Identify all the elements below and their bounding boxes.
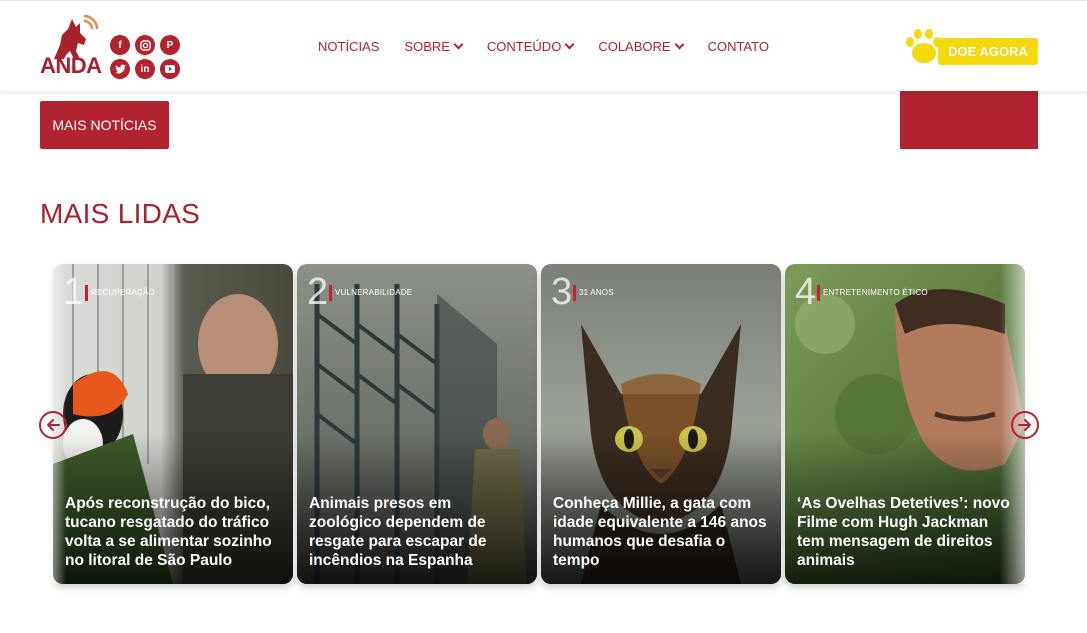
pinterest-icon[interactable]: P [160,35,180,55]
nav-label: CONTEÚDO [486,39,562,54]
card-tag: RECUPERAÇÃO [91,288,155,297]
nav-label: COLABORE [598,39,671,54]
red-banner-block [900,91,1038,149]
anda-logo[interactable]: ANDA [40,15,106,79]
rank-number: 2 [307,271,329,313]
card-title: Conheça Millie, a gata com idade equival… [553,495,767,569]
carousel-next-button[interactable] [1011,411,1039,439]
tag-marker [85,285,88,301]
donate-area[interactable]: DOE AGORA [900,27,1040,67]
chevron-down-icon [564,39,575,50]
donate-button[interactable]: DOE AGORA [938,38,1038,65]
carousel-prev-button[interactable] [39,411,67,439]
rank-number: 1 [63,271,85,313]
card-tag: ENTRETENIMENTO ÉTICO [823,288,928,297]
site-header: ANDA f P in NOTÍCIAS SOBRE CONTEÚDO COLA… [0,0,1087,91]
card-tag: 31 ANOS [579,288,614,297]
tag-marker [573,285,576,301]
nav-contato[interactable]: CONTATO [708,39,769,54]
youtube-icon[interactable] [160,59,180,79]
card-title: Após reconstrução do bico, tucano resgat… [65,495,272,569]
instagram-icon[interactable] [135,35,155,55]
more-news-button[interactable]: MAIS NOTÍCIAS [40,101,169,149]
news-card[interactable]: 4 ENTRETENIMENTO ÉTICO ‘As Ovelhas Detet… [785,264,1025,584]
twitter-icon[interactable] [110,59,130,79]
main-nav: NOTÍCIAS SOBRE CONTEÚDO COLABORE CONTATO [318,39,794,54]
arrow-left-icon [47,419,60,431]
news-card[interactable]: 3 31 ANOS Conheça Millie, a gata com ida… [541,264,781,584]
chevron-down-icon [453,39,464,50]
card-title: Animais presos em zoológico dependem de … [309,495,487,569]
linkedin-icon[interactable]: in [135,59,155,79]
tag-marker [329,285,332,301]
arrow-right-icon [1018,419,1031,431]
nav-sobre[interactable]: SOBRE [404,39,464,54]
card-tag: VULNERABILIDADE [335,288,413,297]
news-card[interactable]: 2 VULNERABILIDADE Animais presos em zool… [297,264,537,584]
facebook-icon[interactable]: f [110,35,130,55]
section-title: MAIS LIDAS [40,198,201,229]
nav-label: CONTATO [707,39,769,54]
nav-colabore[interactable]: COLABORE [598,39,685,54]
most-read-carousel: 1 RECUPERAÇÃO Após reconstrução do bico,… [53,264,1033,584]
card-title: ‘As Ovelhas Detetives’: novo Filme com H… [797,495,1010,569]
nav-conteudo[interactable]: CONTEÚDO [486,39,575,54]
nav-label: NOTÍCIAS [318,39,380,54]
news-card[interactable]: 1 RECUPERAÇÃO Após reconstrução do bico,… [53,264,293,584]
tag-marker [817,285,820,301]
rank-number: 3 [551,271,573,313]
chevron-down-icon [674,39,685,50]
logo-text: ANDA [40,53,102,78]
nav-noticias[interactable]: NOTÍCIAS [318,39,379,54]
rank-number: 4 [795,271,817,313]
nav-label: SOBRE [404,39,450,54]
